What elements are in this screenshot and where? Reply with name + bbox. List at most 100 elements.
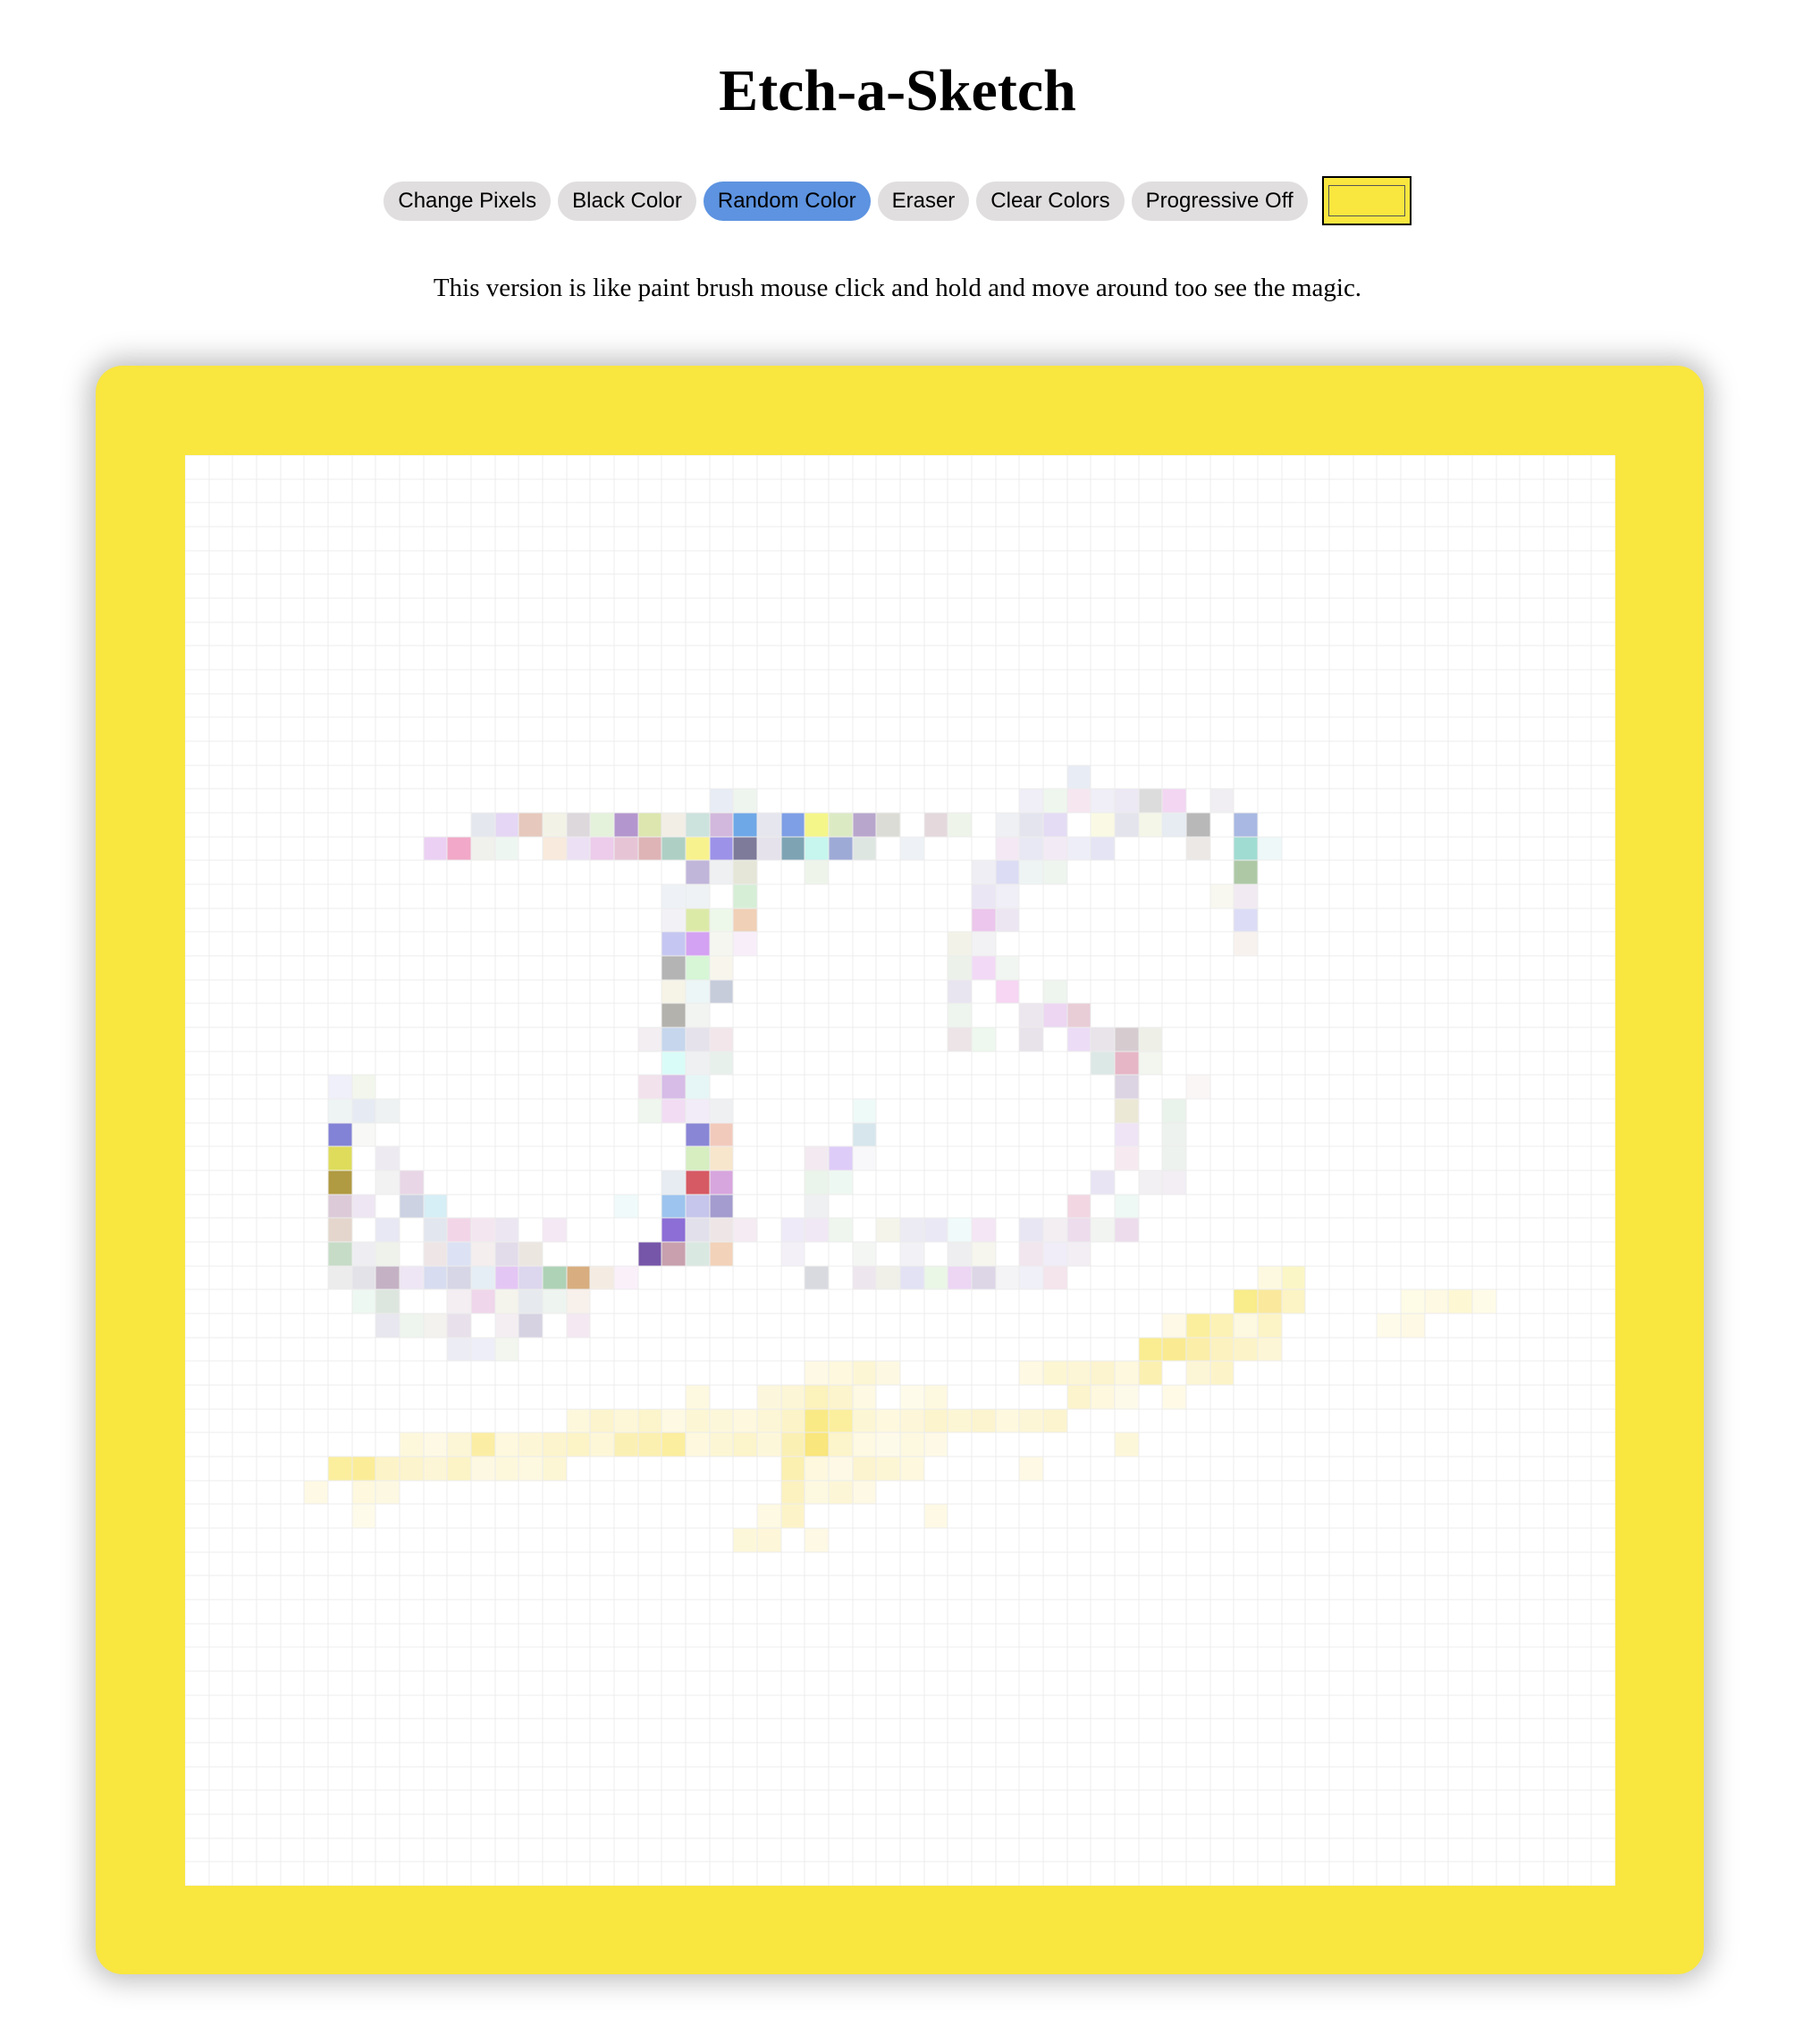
grid-cell[interactable] (1067, 1504, 1091, 1528)
grid-cell[interactable] (1186, 956, 1210, 980)
grid-cell[interactable] (327, 1241, 352, 1266)
grid-cell[interactable] (1067, 1432, 1091, 1457)
grid-cell[interactable] (1091, 741, 1115, 765)
grid-cell[interactable] (1568, 1170, 1592, 1195)
grid-cell[interactable] (780, 1504, 805, 1528)
grid-cell[interactable] (1496, 1504, 1521, 1528)
grid-cell[interactable] (1019, 1003, 1043, 1027)
grid-cell[interactable] (232, 1099, 257, 1123)
grid-cell[interactable] (1019, 503, 1043, 527)
grid-cell[interactable] (1520, 1767, 1544, 1791)
grid-cell[interactable] (876, 980, 900, 1004)
grid-cell[interactable] (972, 1552, 996, 1576)
grid-cell[interactable] (876, 908, 900, 933)
grid-cell[interactable] (424, 1552, 448, 1576)
grid-cell[interactable] (447, 694, 471, 718)
grid-cell[interactable] (1520, 1146, 1544, 1170)
grid-cell[interactable] (352, 598, 376, 622)
grid-cell[interactable] (590, 812, 614, 837)
grid-cell[interactable] (662, 1481, 686, 1505)
grid-cell[interactable] (1377, 1242, 1401, 1266)
grid-cell[interactable] (281, 1862, 305, 1886)
grid-cell[interactable] (1258, 1504, 1282, 1528)
grid-cell[interactable] (1472, 503, 1496, 527)
grid-cell[interactable] (1425, 1313, 1449, 1338)
grid-cell[interactable] (1042, 812, 1067, 837)
grid-cell[interactable] (876, 741, 900, 765)
grid-cell[interactable] (1353, 1052, 1378, 1076)
grid-cell[interactable] (686, 1338, 710, 1362)
grid-cell[interactable] (424, 646, 448, 670)
grid-cell[interactable] (805, 1289, 829, 1313)
grid-cell[interactable] (1448, 1242, 1472, 1266)
grid-cell[interactable] (638, 717, 662, 741)
grid-cell[interactable] (1568, 1409, 1592, 1433)
grid-cell[interactable] (662, 1266, 686, 1290)
grid-cell[interactable] (543, 694, 567, 718)
grid-cell[interactable] (733, 1790, 757, 1814)
grid-cell[interactable] (685, 1098, 710, 1123)
grid-cell[interactable] (1353, 1385, 1378, 1409)
grid-cell[interactable] (281, 789, 305, 813)
grid-cell[interactable] (900, 622, 924, 646)
grid-cell[interactable] (1162, 908, 1186, 933)
grid-cell[interactable] (400, 1027, 424, 1052)
grid-cell[interactable] (1115, 884, 1139, 908)
grid-cell[interactable] (1162, 1624, 1186, 1648)
grid-cell[interactable] (781, 1052, 805, 1076)
grid-cell[interactable] (304, 1624, 328, 1648)
grid-cell[interactable] (1568, 455, 1592, 479)
grid-cell[interactable] (375, 1432, 400, 1457)
grid-cell[interactable] (1043, 455, 1067, 479)
grid-cell[interactable] (209, 765, 233, 790)
grid-cell[interactable] (996, 1457, 1020, 1481)
grid-cell[interactable] (257, 1027, 281, 1052)
grid-cell[interactable] (447, 455, 471, 479)
grid-cell[interactable] (304, 1432, 328, 1457)
grid-cell[interactable] (900, 1647, 924, 1671)
grid-cell[interactable] (328, 837, 352, 861)
grid-cell[interactable] (351, 1289, 376, 1313)
grid-cell[interactable] (662, 694, 686, 718)
grid-cell[interactable] (662, 527, 686, 551)
grid-cell[interactable] (185, 694, 209, 718)
grid-cell[interactable] (662, 812, 686, 837)
grid-cell[interactable] (1282, 884, 1306, 908)
grid-cell[interactable] (1591, 694, 1615, 718)
grid-cell[interactable] (351, 1194, 376, 1219)
grid-cell[interactable] (900, 717, 924, 741)
grid-cell[interactable] (662, 1338, 686, 1362)
grid-cell[interactable] (209, 1123, 233, 1147)
grid-cell[interactable] (1067, 1790, 1091, 1814)
grid-cell[interactable] (471, 1575, 495, 1600)
grid-cell[interactable] (590, 1743, 614, 1767)
grid-cell[interactable] (995, 955, 1020, 980)
grid-cell[interactable] (1520, 1289, 1544, 1313)
grid-cell[interactable] (1353, 789, 1378, 813)
grid-cell[interactable] (781, 980, 805, 1004)
grid-cell[interactable] (543, 1123, 567, 1147)
grid-cell[interactable] (1282, 622, 1306, 646)
grid-cell[interactable] (471, 1695, 495, 1719)
grid-cell[interactable] (1042, 979, 1067, 1004)
grid-cell[interactable] (1520, 1600, 1544, 1624)
grid-cell[interactable] (281, 1289, 305, 1313)
grid-cell[interactable] (375, 1456, 400, 1481)
grid-cell[interactable] (1472, 694, 1496, 718)
grid-cell[interactable] (805, 1671, 829, 1695)
grid-cell[interactable] (662, 979, 686, 1004)
grid-cell[interactable] (351, 1098, 376, 1123)
grid-cell[interactable] (1353, 1671, 1378, 1695)
grid-cell[interactable] (1305, 646, 1329, 670)
grid-cell[interactable] (1520, 1266, 1544, 1290)
grid-cell[interactable] (781, 717, 805, 741)
grid-cell[interactable] (375, 741, 400, 765)
grid-cell[interactable] (757, 1647, 781, 1671)
grid-cell[interactable] (471, 503, 495, 527)
grid-cell[interactable] (1043, 1338, 1067, 1362)
grid-cell[interactable] (1043, 646, 1067, 670)
grid-cell[interactable] (257, 717, 281, 741)
grid-cell[interactable] (543, 1242, 567, 1266)
grid-cell[interactable] (447, 1528, 471, 1552)
grid-cell[interactable] (1591, 1218, 1615, 1242)
